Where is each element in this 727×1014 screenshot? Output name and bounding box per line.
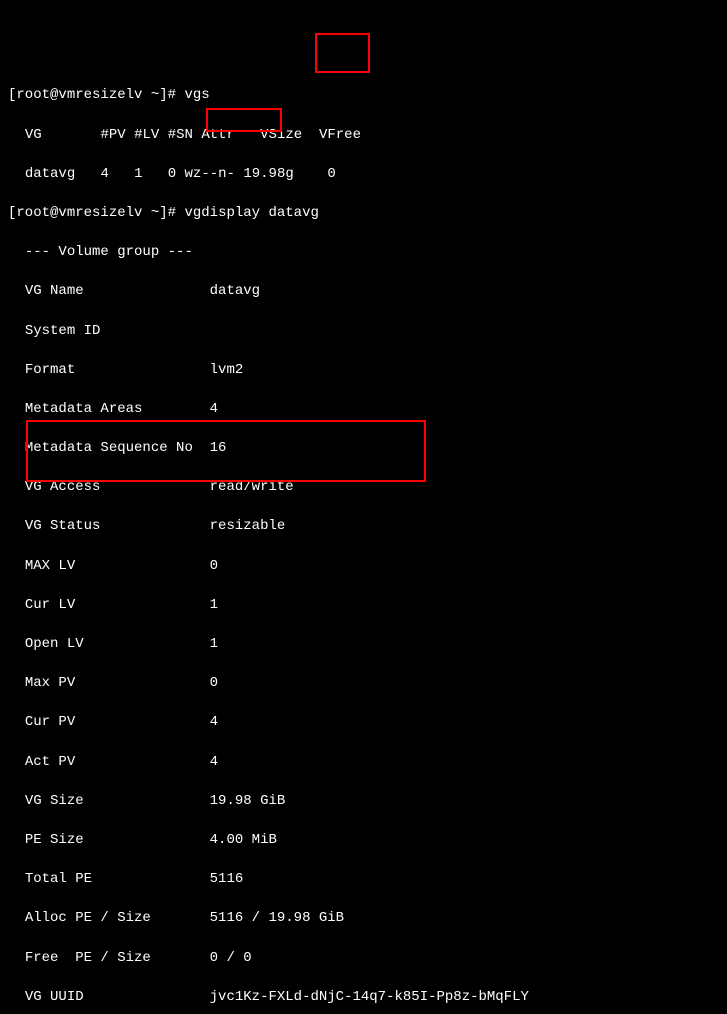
field-metadata-seq: Metadata Sequence No 16 — [8, 439, 719, 459]
field-max-lv: MAX LV 0 — [8, 557, 719, 577]
field-vg-status: VG Status resizable — [8, 517, 719, 537]
field-cur-lv: Cur LV 1 — [8, 596, 719, 616]
prompt-line-1: [root@vmresizelv ~]# vgs — [8, 86, 719, 106]
command-vgs: vgs — [184, 87, 209, 103]
field-vg-name: VG Name datavg — [8, 282, 719, 302]
command-vgdisplay: vgdisplay datavg — [184, 205, 318, 221]
field-max-pv: Max PV 0 — [8, 674, 719, 694]
field-alloc-pe: Alloc PE / Size 5116 / 19.98 GiB — [8, 909, 719, 929]
field-free-pe: Free PE / Size 0 / 0 — [8, 949, 719, 969]
vgdisplay-header: --- Volume group --- — [8, 243, 719, 263]
field-vg-size: VG Size 19.98 GiB — [8, 792, 719, 812]
field-metadata-areas: Metadata Areas 4 — [8, 400, 719, 420]
vgs-header: VG #PV #LV #SN Attr VSize VFree — [8, 126, 719, 146]
prompt-line-2: [root@vmresizelv ~]# vgdisplay datavg — [8, 204, 719, 224]
vgs-row: datavg 4 1 0 wz--n- 19.98g 0 — [8, 165, 719, 185]
field-act-pv: Act PV 4 — [8, 753, 719, 773]
field-cur-pv: Cur PV 4 — [8, 713, 719, 733]
field-vg-access: VG Access read/write — [8, 478, 719, 498]
highlight-vfree — [315, 33, 370, 73]
field-vg-uuid: VG UUID jvc1Kz-FXLd-dNjC-14q7-k85I-Pp8z-… — [8, 988, 719, 1008]
field-total-pe: Total PE 5116 — [8, 870, 719, 890]
field-open-lv: Open LV 1 — [8, 635, 719, 655]
field-pe-size: PE Size 4.00 MiB — [8, 831, 719, 851]
field-format: Format lvm2 — [8, 361, 719, 381]
field-system-id: System ID — [8, 322, 719, 342]
